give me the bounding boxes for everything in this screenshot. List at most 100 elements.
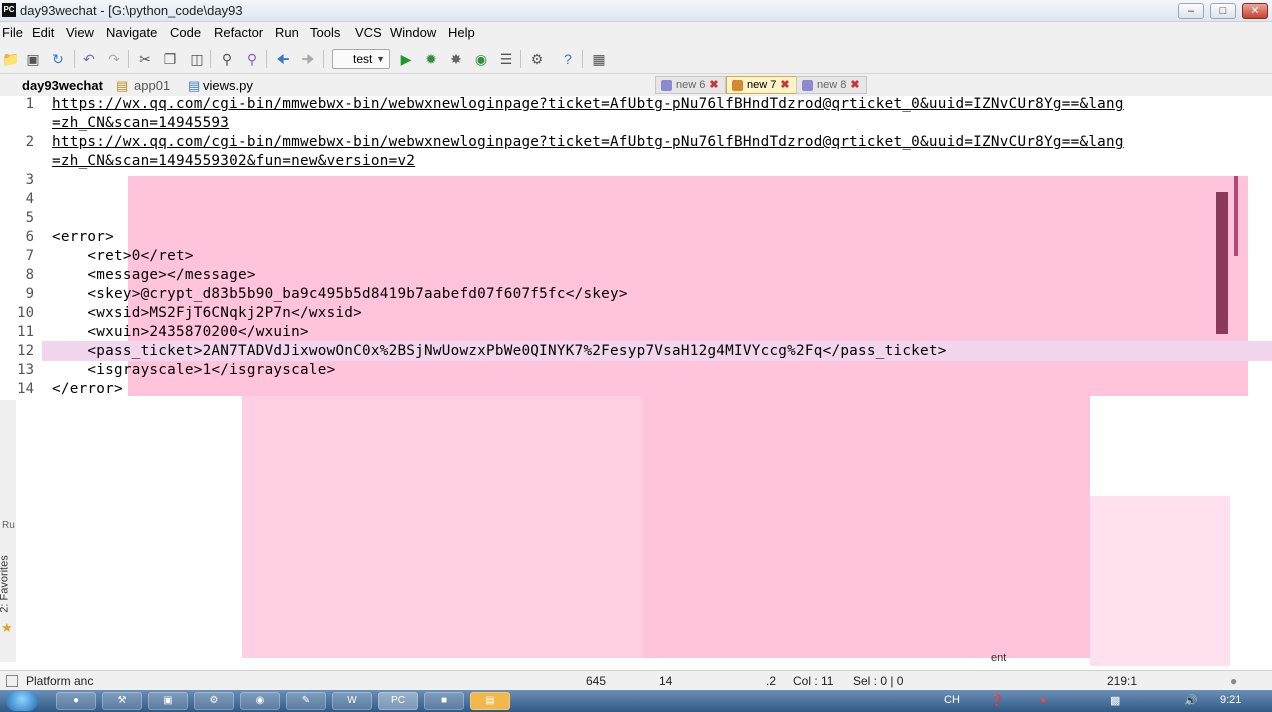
notepad-icon[interactable]: ✎ xyxy=(286,692,326,710)
help-tray-icon[interactable]: ❓ xyxy=(990,694,1004,707)
menu-view[interactable]: View xyxy=(66,25,94,40)
tab-new-8[interactable]: new 8 ✖ xyxy=(796,76,867,94)
copy-icon[interactable]: ❐ xyxy=(161,50,179,68)
undo-icon[interactable]: ↶ xyxy=(80,50,98,68)
line-number: 14 xyxy=(17,381,34,397)
menu-file[interactable]: File xyxy=(2,25,23,40)
antivirus-tray-icon[interactable]: ● xyxy=(1040,694,1047,706)
menu-navigate[interactable]: Navigate xyxy=(106,25,157,40)
tab-label: new 8 xyxy=(817,79,847,91)
toolbar-separator xyxy=(323,50,324,68)
code-line-url-wrap[interactable]: =zh_CN&scan=14945593 xyxy=(52,115,229,131)
menu-help[interactable]: Help xyxy=(448,25,475,40)
folder-icon: ▤ xyxy=(116,78,129,93)
line-number: 10 xyxy=(17,305,34,321)
line-number: 9 xyxy=(25,286,34,302)
run-config-select[interactable]: test ▼ xyxy=(332,49,390,69)
cut-icon[interactable]: ✂ xyxy=(136,50,154,68)
word-icon[interactable]: W xyxy=(332,692,372,710)
language-indicator[interactable]: CH xyxy=(944,694,960,706)
code-line: <skey>@crypt_d83b5b90_ba9c495b5d8419b7aa… xyxy=(52,286,628,302)
windows-taskbar: ● ⚒ ▣ ⚙ ◉ ✎ W PC ■ ▤ CH ❓ ● ▩ 🔊 9:21 xyxy=(0,690,1272,712)
tab-new-6[interactable]: new 6 ✖ xyxy=(655,76,726,94)
run-icon[interactable]: ▶ xyxy=(397,50,415,68)
clock[interactable]: 9:21 xyxy=(1220,694,1241,706)
save-icon[interactable]: ▣ xyxy=(24,50,42,68)
open-icon[interactable]: 📁 xyxy=(2,50,20,68)
overlay-artifact xyxy=(1234,176,1238,256)
forward-icon[interactable]: 🠊 xyxy=(299,50,317,68)
close-icon: ✕ xyxy=(1250,5,1260,17)
vcs-icon[interactable]: ▦ xyxy=(590,50,608,68)
line-number-gutter: 1 2 3 4 5 6 7 8 9 10 11 12 13 14 xyxy=(0,96,40,402)
replace-icon[interactable]: ⚲ xyxy=(243,50,261,68)
chevron-down-icon: ▼ xyxy=(376,54,385,64)
breadcrumb-folder[interactable]: app01 xyxy=(134,78,170,93)
settings-icon[interactable]: ⚙ xyxy=(528,50,546,68)
firefox-icon[interactable]: ● xyxy=(56,692,96,710)
debug-icon[interactable]: ✹ xyxy=(422,50,440,68)
code-line: </error> xyxy=(52,381,123,397)
menu-code[interactable]: Code xyxy=(170,25,201,40)
profile-icon[interactable]: ◉ xyxy=(472,50,490,68)
line-number: 1 xyxy=(25,96,34,112)
menu-refactor[interactable]: Refactor xyxy=(214,25,263,40)
redo-icon[interactable]: ↷ xyxy=(105,50,123,68)
code-line-url[interactable]: https://wx.qq.com/cgi-bin/mmwebwx-bin/we… xyxy=(52,134,1124,150)
main-toolbar: 📁 ▣ ↻ ↶ ↷ ✂ ❐ ◫ ⚲ ⚲ 🠈 🠊 test ▼ ▶ ✹ ✸ ◉ ☰… xyxy=(0,44,1272,74)
maximize-button[interactable]: □ xyxy=(1210,3,1236,19)
navigation-bar: day93wechat ▤ app01 ▤ views.py new 6 ✖ ne… xyxy=(0,74,1272,96)
run-config-label: test xyxy=(353,52,373,66)
menu-tools[interactable]: Tools xyxy=(310,25,340,40)
status-sel: Sel : 0 | 0 xyxy=(853,674,904,688)
menu-run[interactable]: Run xyxy=(275,25,299,40)
wrench-icon[interactable]: ⚙ xyxy=(194,692,234,710)
status-position: 219:1 xyxy=(1107,674,1138,688)
code-line-url-wrap[interactable]: =zh_CN&scan=1494559302&fun=new&version=v… xyxy=(52,153,415,169)
panel-toggle-icon[interactable] xyxy=(6,675,18,687)
back-icon[interactable]: 🠈 xyxy=(274,50,292,68)
run-panel-label[interactable]: Ru xyxy=(2,520,15,531)
network-tray-icon[interactable]: ▩ xyxy=(1110,694,1120,707)
minimize-icon: – xyxy=(1187,5,1195,17)
code-line: <message></message> xyxy=(52,267,256,283)
close-tab-icon[interactable]: ✖ xyxy=(709,79,718,91)
maximize-icon: □ xyxy=(1219,5,1227,17)
coverage-icon[interactable]: ✸ xyxy=(447,50,465,68)
tools-icon[interactable]: ⚒ xyxy=(102,692,142,710)
concurrency-icon[interactable]: ☰ xyxy=(497,50,515,68)
tab-new-7[interactable]: new 7 ✖ xyxy=(726,76,797,94)
window-title: day93wechat - [G:\python_code\day93 xyxy=(20,3,243,18)
save-icon[interactable]: ▣ xyxy=(148,692,188,710)
line-number: 12 xyxy=(17,343,34,359)
minimize-button[interactable]: – xyxy=(1178,3,1204,19)
paste-icon[interactable]: ◫ xyxy=(188,50,206,68)
line-number: 4 xyxy=(25,191,34,207)
volume-tray-icon[interactable]: 🔊 xyxy=(1184,694,1198,707)
breadcrumb-project[interactable]: day93wechat xyxy=(22,78,103,93)
sync-icon[interactable]: ↻ xyxy=(49,50,67,68)
menu-vcs[interactable]: VCS xyxy=(355,25,382,40)
code-editor[interactable]: 1 2 3 4 5 6 7 8 9 10 11 12 13 14 https:/… xyxy=(0,96,1272,666)
chrome-icon[interactable]: ◉ xyxy=(240,692,280,710)
close-button[interactable]: ✕ xyxy=(1242,3,1268,19)
lock-icon[interactable]: ● xyxy=(1230,674,1237,688)
menu-edit[interactable]: Edit xyxy=(32,25,54,40)
folder-icon[interactable]: ▤ xyxy=(470,692,510,710)
close-tab-icon[interactable]: ✖ xyxy=(780,79,789,91)
code-line-url[interactable]: https://wx.qq.com/cgi-bin/mmwebwx-bin/we… xyxy=(52,96,1124,112)
pycharm-icon[interactable]: PC xyxy=(378,692,418,710)
favorites-tool-button[interactable]: 2: Favorites xyxy=(0,555,11,612)
breadcrumb-file[interactable]: views.py xyxy=(203,78,253,93)
code-line-current: <pass_ticket>2AN7TADVdJixwowOnC0x%2BSjNw… xyxy=(52,343,947,359)
help-icon[interactable]: ? xyxy=(559,50,577,68)
overlay-artifact xyxy=(242,396,642,658)
app-icon[interactable]: ■ xyxy=(424,692,464,710)
find-icon[interactable]: ⚲ xyxy=(218,50,236,68)
overlay-artifact xyxy=(1090,496,1230,666)
code-line: <ret>0</ret> xyxy=(52,248,194,264)
line-number: 8 xyxy=(25,267,34,283)
close-tab-icon[interactable]: ✖ xyxy=(850,79,859,91)
menu-window[interactable]: Window xyxy=(390,25,436,40)
start-button[interactable] xyxy=(6,691,38,711)
